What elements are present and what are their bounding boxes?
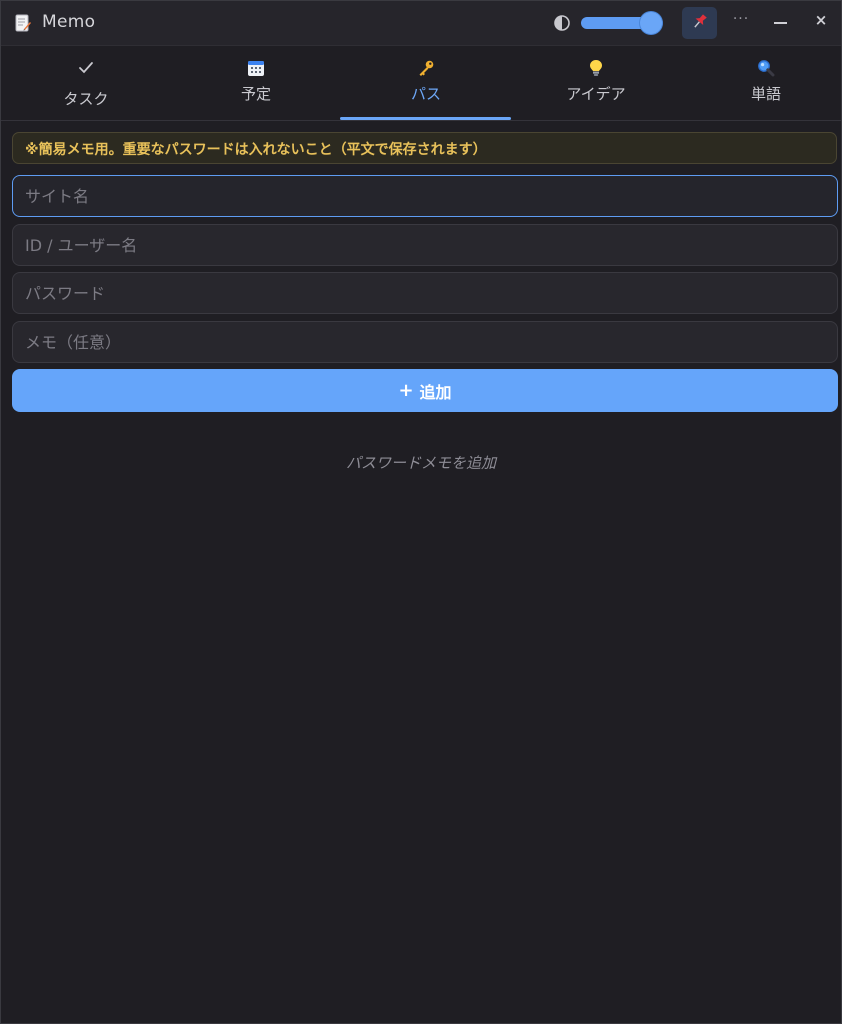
warning-banner: ※簡易メモ用。重要なパスワードは入れないこと（平文で保存されます）	[12, 132, 837, 164]
lightbulb-icon	[587, 59, 605, 77]
tab-label: 予定	[240, 85, 271, 103]
tab-ideas[interactable]: アイデア	[511, 46, 681, 120]
contrast-icon[interactable]	[553, 14, 571, 32]
calendar-icon	[247, 59, 265, 77]
active-tab-indicator	[340, 117, 511, 120]
magnifier-icon	[757, 59, 775, 77]
key-icon	[417, 59, 435, 77]
pin-button[interactable]	[682, 7, 717, 39]
tab-tasks[interactable]: タスク	[1, 46, 171, 120]
slider-thumb[interactable]	[640, 12, 662, 34]
check-icon	[77, 59, 95, 77]
password-input[interactable]	[12, 272, 838, 314]
close-button[interactable]: ×	[809, 11, 833, 33]
pushpin-icon	[691, 12, 709, 34]
tab-schedule[interactable]: 予定	[171, 46, 341, 120]
tab-words[interactable]: 単語	[681, 46, 842, 120]
plus-icon: +	[398, 380, 414, 401]
tab-bar: タスク 予定 パス アイデア 単語	[1, 46, 841, 121]
tab-label: タスク	[63, 90, 109, 108]
memo-pencil-icon	[15, 14, 31, 32]
tab-label: アイデア	[566, 85, 626, 103]
opacity-slider[interactable]	[579, 12, 667, 34]
app-title: Memo	[42, 12, 96, 32]
add-button[interactable]: + 追加	[12, 369, 838, 412]
empty-state-hint: パスワードメモを追加	[345, 454, 496, 472]
user-id-input[interactable]	[12, 224, 838, 266]
title-bar[interactable]: Memo ··· ×	[1, 1, 841, 46]
tab-label: パス	[410, 85, 441, 103]
app-window: Memo ··· × タスク 予定 パス アイデア 単語 ※簡易メモ用。重要なパ…	[0, 0, 842, 1024]
minimize-button[interactable]	[769, 13, 793, 33]
more-options-button[interactable]: ···	[729, 11, 753, 31]
add-button-label: 追加	[419, 382, 452, 402]
site-name-input[interactable]	[12, 175, 838, 217]
tab-passwords[interactable]: パス	[341, 46, 511, 120]
tab-label: 単語	[750, 85, 781, 103]
memo-input[interactable]	[12, 321, 838, 363]
